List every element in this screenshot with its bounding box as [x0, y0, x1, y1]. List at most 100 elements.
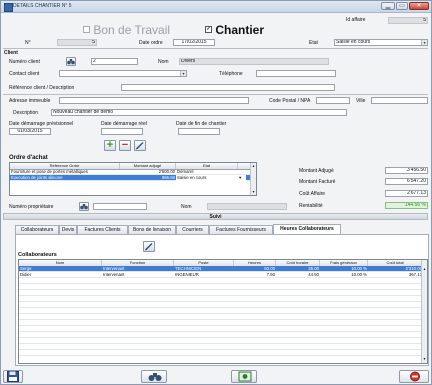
tab-courriers[interactable]: Courriers [176, 225, 209, 234]
rentabilite-label: Rentabilité [299, 203, 323, 209]
table-row [19, 350, 423, 356]
code-postal-field[interactable] [316, 97, 350, 104]
tab-bons-livraison[interactable]: Bons de livraison [128, 225, 176, 234]
print-button[interactable] [231, 370, 257, 383]
app-icon [4, 3, 13, 12]
scroll-down-icon[interactable]: ▾ [251, 189, 256, 195]
bon-travail-checkbox[interactable] [83, 26, 90, 34]
close-button[interactable]: ✕ [409, 2, 429, 10]
code-postal-label: Code Postal / NPA [269, 98, 311, 104]
numero-client-field[interactable]: 2 [91, 58, 138, 65]
row-etat[interactable]: Saisie en cours [176, 175, 238, 181]
collaborateurs-scrollbar[interactable]: ▴ ▾ [421, 260, 427, 363]
client-divider [3, 48, 428, 49]
suivi-bar: Suivi [3, 213, 428, 220]
cout-affaire-label: Coût Affaire [299, 191, 326, 197]
date-demarrage-prev-label: Date démarrage prévisionnel [9, 121, 74, 127]
floppy-disk-icon [7, 371, 19, 382]
chantier-option[interactable]: ✓ Chantier [205, 23, 264, 37]
numero-proprietaire-field[interactable] [93, 203, 147, 210]
date-demarrage-prev-field[interactable]: 01/03/2015 [9, 128, 51, 135]
reference-label: Référence client / Description [9, 85, 75, 91]
tab-devis[interactable]: Devis [59, 225, 77, 234]
window-title: DETAILS CHANTIER N° 5 [13, 3, 72, 9]
save-button[interactable] [3, 370, 23, 383]
bon-travail-option[interactable]: Bon de Travail [83, 23, 170, 37]
maximize-button[interactable]: ▭ [396, 2, 408, 10]
date-ordre-label: Date ordre [139, 40, 163, 46]
chantier-label: Chantier [215, 23, 265, 37]
collaborateurs-table: Nom Fonction Poste Heures Coût horaire F… [18, 259, 428, 364]
details-chantier-window: DETAILS CHANTIER N° 5 ▁ ▭ ✕ Id affaire 5… [0, 0, 432, 385]
contact-client-label: Contact client [9, 71, 40, 77]
date-demarrage-reel-field[interactable] [101, 128, 143, 135]
tab-factures-fournisseurs[interactable]: Factures Fournisseurs [209, 225, 273, 234]
cout-affaire-field: 2'677.13 [385, 190, 428, 197]
client-lookup-button[interactable] [66, 57, 76, 66]
numero-field: 5 [57, 39, 97, 46]
id-affaire-label: Id affaire [346, 17, 366, 23]
pencil-icon [136, 142, 144, 150]
remove-order-button[interactable]: − [119, 139, 131, 151]
montant-adjuge-label: Montant Adjugé [299, 168, 334, 174]
add-order-button[interactable]: + [104, 139, 116, 151]
contact-client-select[interactable] [59, 70, 187, 77]
row-reference: Execution de joints silicone [11, 175, 63, 180]
scroll-up-icon[interactable]: ▴ [422, 266, 427, 272]
edit-order-button[interactable] [134, 140, 146, 151]
binoculars-icon [148, 373, 162, 381]
etat-label: Etat [309, 40, 318, 46]
adresse-label: Adresse immeuble [9, 98, 51, 104]
pencil-icon [145, 243, 153, 251]
description-label: Description [13, 110, 39, 116]
maximize-icon: ▭ [399, 3, 405, 9]
bon-travail-label: Bon de Travail [93, 23, 171, 37]
close-icon: ✕ [416, 3, 422, 9]
reference-field[interactable] [121, 84, 335, 91]
scroll-down-icon[interactable]: ▾ [422, 356, 427, 362]
date-fin-label: Date de fin de chantier [176, 121, 227, 127]
etat-select[interactable]: Saisie en cours [334, 39, 428, 46]
edit-collaborateur-button[interactable] [143, 241, 155, 252]
adresse-field[interactable] [59, 97, 249, 104]
numero-proprietaire-label: Numéro propriétaire [9, 204, 54, 210]
tab-factures-clients[interactable]: Factures Clients [77, 225, 128, 234]
binoculars-icon [80, 204, 88, 210]
table-row[interactable]: Execution de joints silicone 956.50 Sais… [10, 175, 252, 181]
tab-heures-collaborateurs[interactable]: Heures Collaborateurs [273, 224, 341, 234]
document-money-icon [238, 371, 252, 382]
nom-proprietaire-field [207, 203, 287, 210]
ordre-achat-scrollbar[interactable]: ▴ ▾ [250, 163, 256, 195]
id-affaire-field: 5 [388, 17, 428, 24]
nom-client-field: Divers [179, 58, 329, 65]
search-button[interactable] [141, 370, 167, 383]
montant-facture-label: Montant Facturé [299, 179, 336, 185]
rentabilite-field: 144.56 % [385, 202, 428, 209]
suivi-label: Suivi [209, 214, 222, 220]
cancel-button[interactable] [399, 370, 429, 383]
minimize-icon: ▁ [385, 3, 391, 9]
minimize-button[interactable]: ▁ [381, 2, 395, 10]
scroll-up-icon[interactable]: ▴ [251, 163, 256, 169]
date-demarrage-reel-label: Date démarrage réel [101, 121, 147, 127]
numero-client-label: Numéro client [9, 59, 40, 65]
plus-icon: + [106, 139, 114, 151]
chantier-checkbox[interactable]: ✓ [205, 26, 212, 34]
binoculars-icon [67, 59, 75, 65]
date-ordre-field[interactable]: 17/02/2015 [173, 39, 215, 46]
proprietaire-lookup-button[interactable] [79, 202, 89, 211]
date-fin-field[interactable] [178, 128, 220, 135]
ville-field[interactable] [371, 97, 428, 104]
numero-label: N° [25, 40, 31, 46]
ordre-achat-table: Référence Ordre Montant adjugé Etat Four… [9, 162, 257, 196]
ordre-achat-title: Ordre d'achat [9, 155, 48, 161]
nom-proprietaire-label: Nom [181, 204, 192, 210]
tab-collaborateurs[interactable]: Collaborateurs [15, 225, 59, 234]
description-field[interactable]: Nouveau chantier de demo [51, 109, 347, 116]
collaborateurs-title: Collaborateurs [18, 252, 57, 258]
montant-facture-field: 6'547.20 [385, 178, 428, 185]
telephone-field[interactable] [256, 70, 336, 77]
etat-dropdown-icon[interactable]: ▾ [238, 175, 246, 181]
ville-label: Ville [356, 98, 366, 104]
title-bar: DETAILS CHANTIER N° 5 ▁ ▭ ✕ [1, 1, 431, 13]
